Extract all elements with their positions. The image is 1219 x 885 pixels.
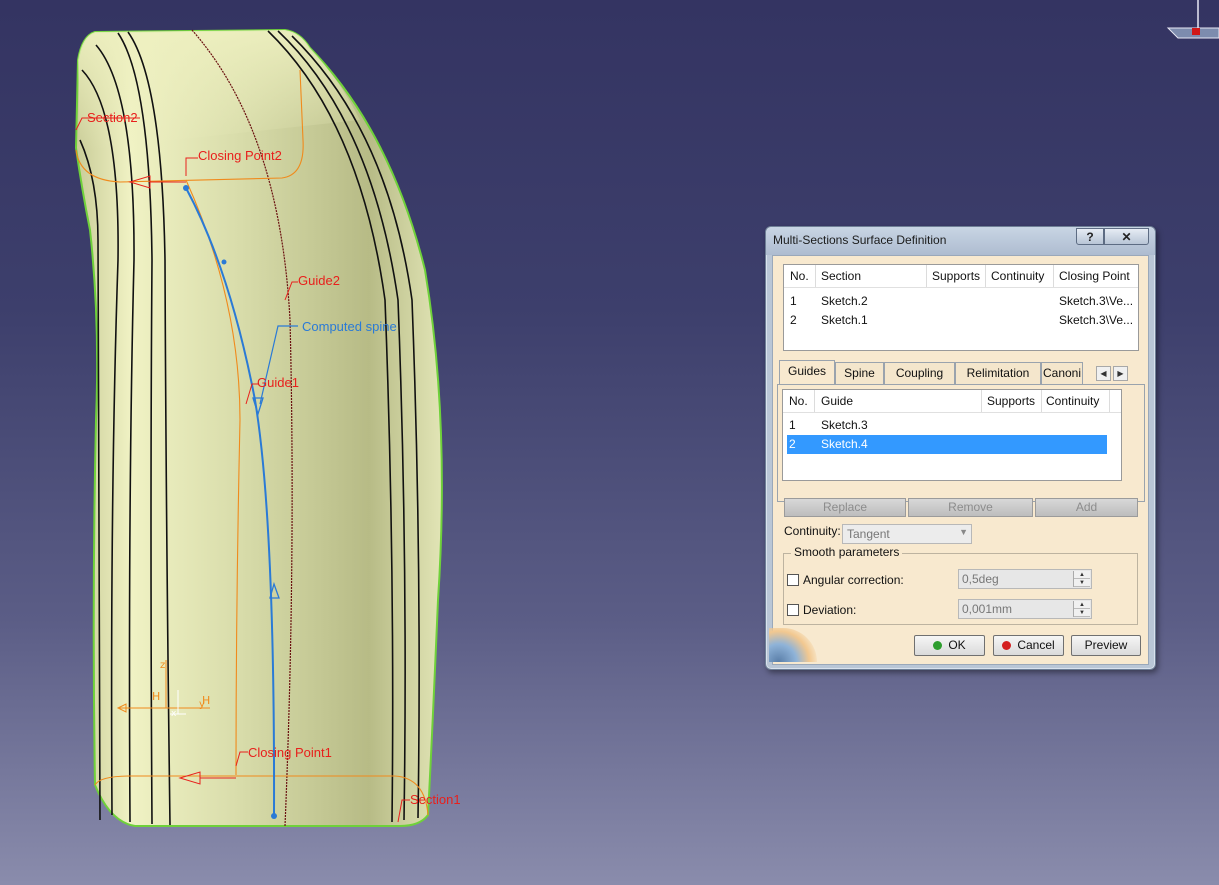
section-row[interactable]: 2 Sketch.1 Sketch.3\Ve... bbox=[784, 311, 1138, 330]
label-closing-point1[interactable]: Closing Point1 bbox=[248, 745, 332, 760]
angular-correction-label: Angular correction: bbox=[803, 573, 904, 587]
tab-guides[interactable]: Guides bbox=[779, 360, 835, 385]
guides-list-header: No. Guide Supports Continuity bbox=[783, 390, 1121, 413]
svg-text:H: H bbox=[202, 694, 210, 707]
svg-text:H: H bbox=[152, 690, 160, 703]
catia-logo-icon bbox=[769, 628, 817, 662]
tab-relimitation[interactable]: Relimitation bbox=[955, 362, 1041, 384]
deviation-checkbox[interactable] bbox=[787, 604, 799, 616]
preview-button[interactable]: Preview bbox=[1071, 635, 1141, 656]
tab-scroll-right-icon[interactable]: ▶ bbox=[1113, 366, 1128, 381]
svg-text:z: z bbox=[160, 660, 165, 671]
guide-row-selected[interactable]: 2 Sketch.4 bbox=[787, 435, 1107, 454]
col-closing-point[interactable]: Closing Point bbox=[1059, 269, 1130, 283]
col-section[interactable]: Section bbox=[821, 269, 861, 283]
dialog-title: Multi-Sections Surface Definition bbox=[773, 233, 947, 247]
replace-button[interactable]: Replace bbox=[784, 498, 906, 517]
label-guide2[interactable]: Guide2 bbox=[298, 273, 340, 288]
col-no[interactable]: No. bbox=[790, 269, 809, 283]
deviation-spinner[interactable]: 0,001mm ▲ ▼ bbox=[958, 599, 1092, 619]
spin-down-icon[interactable]: ▼ bbox=[1074, 609, 1090, 617]
label-section2[interactable]: Section2 bbox=[87, 110, 138, 125]
continuity-combo[interactable]: Tangent ▼ bbox=[842, 524, 972, 544]
label-guide1[interactable]: Guide1 bbox=[257, 375, 299, 390]
svg-text:x: x bbox=[171, 709, 177, 719]
label-section1[interactable]: Section1 bbox=[410, 792, 461, 807]
sections-list[interactable]: No. Section Supports Continuity Closing … bbox=[783, 264, 1139, 351]
tab-canonical[interactable]: Canoni bbox=[1041, 362, 1083, 384]
add-button[interactable]: Add bbox=[1035, 498, 1138, 517]
col-continuity[interactable]: Continuity bbox=[1046, 394, 1099, 408]
ok-icon bbox=[933, 641, 943, 650]
cancel-icon bbox=[1002, 641, 1012, 650]
spin-up-icon[interactable]: ▲ bbox=[1074, 601, 1090, 609]
chevron-down-icon: ▼ bbox=[959, 527, 968, 537]
section-row[interactable]: 1 Sketch.2 Sketch.3\Ve... bbox=[784, 292, 1138, 311]
col-continuity[interactable]: Continuity bbox=[991, 269, 1044, 283]
guide-row[interactable]: 1 Sketch.3 bbox=[783, 416, 1107, 435]
tab-spine[interactable]: Spine bbox=[835, 362, 884, 384]
guides-tab-panel: No. Guide Supports Continuity 1 Sketch.3… bbox=[777, 384, 1145, 502]
smooth-parameters-title: Smooth parameters bbox=[791, 545, 903, 559]
sections-list-header: No. Section Supports Continuity Closing … bbox=[784, 265, 1138, 288]
label-computed-spine[interactable]: Computed spine bbox=[302, 319, 397, 334]
compass-icon[interactable] bbox=[1166, 0, 1219, 39]
help-button[interactable]: ? bbox=[1076, 228, 1104, 245]
multi-sections-surface-dialog[interactable]: Multi-Sections Surface Definition ? ✕ No… bbox=[765, 226, 1156, 670]
label-closing-point2[interactable]: Closing Point2 bbox=[198, 148, 282, 163]
guides-list[interactable]: No. Guide Supports Continuity 1 Sketch.3… bbox=[782, 389, 1122, 481]
tab-strip: Guides Spine Coupling Relimitation Canon… bbox=[779, 360, 1149, 385]
angular-correction-checkbox[interactable] bbox=[787, 574, 799, 586]
dialog-titlebar[interactable]: Multi-Sections Surface Definition ? ✕ bbox=[766, 227, 1155, 255]
cancel-button[interactable]: Cancel bbox=[993, 635, 1064, 656]
remove-button[interactable]: Remove bbox=[908, 498, 1033, 517]
angular-correction-spinner[interactable]: 0,5deg ▲ ▼ bbox=[958, 569, 1092, 589]
smooth-parameters-group: Smooth parameters Angular correction: 0,… bbox=[783, 545, 1138, 625]
spin-down-icon[interactable]: ▼ bbox=[1074, 579, 1090, 587]
col-guide[interactable]: Guide bbox=[821, 394, 853, 408]
spin-up-icon[interactable]: ▲ bbox=[1074, 571, 1090, 579]
dialog-client-area: No. Section Supports Continuity Closing … bbox=[769, 255, 1149, 665]
ok-button[interactable]: OK bbox=[914, 635, 985, 656]
tab-coupling[interactable]: Coupling bbox=[884, 362, 955, 384]
deviation-label: Deviation: bbox=[803, 603, 857, 617]
col-supports[interactable]: Supports bbox=[932, 269, 980, 283]
col-no[interactable]: No. bbox=[789, 394, 808, 408]
close-button[interactable]: ✕ bbox=[1104, 228, 1149, 245]
tab-scroll-left-icon[interactable]: ◀ bbox=[1096, 366, 1111, 381]
col-supports[interactable]: Supports bbox=[987, 394, 1035, 408]
continuity-label: Continuity: bbox=[784, 524, 841, 538]
